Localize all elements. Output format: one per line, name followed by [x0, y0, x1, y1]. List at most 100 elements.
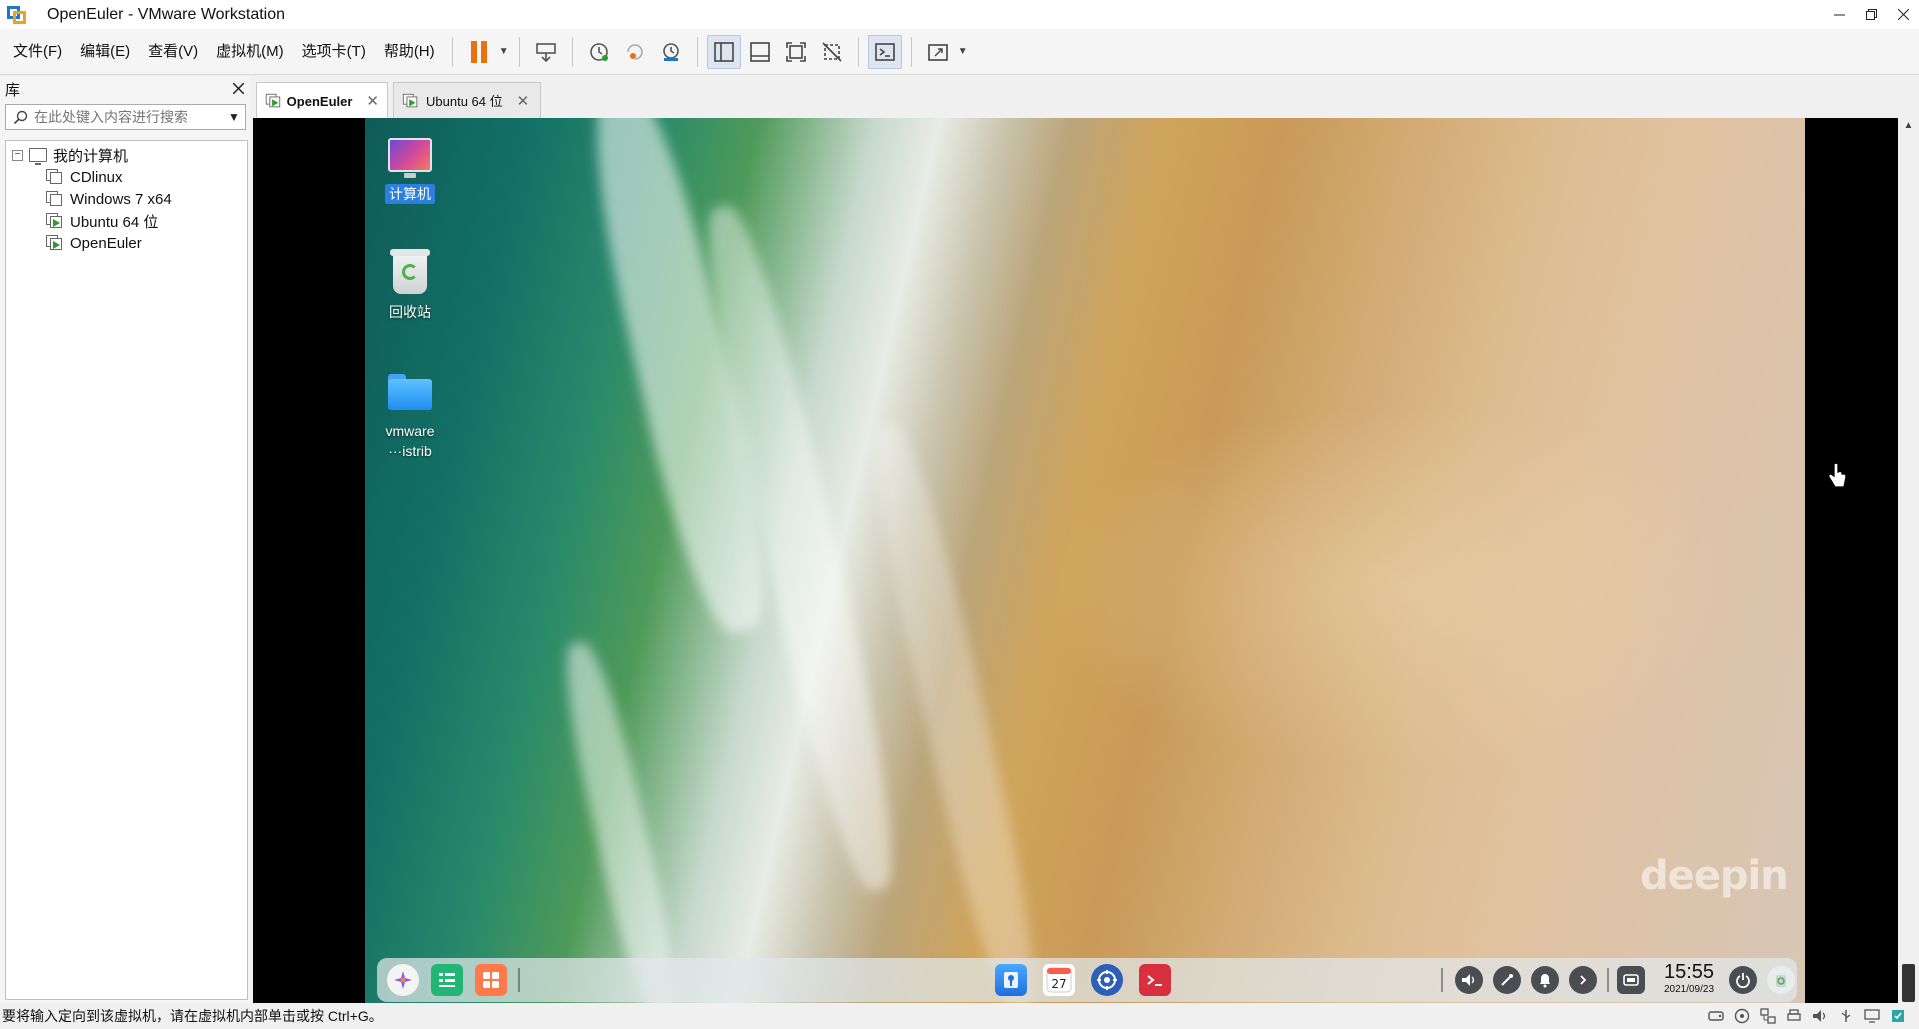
show-library-button[interactable] [706, 34, 741, 69]
network-adapter-icon[interactable] [1759, 1007, 1777, 1025]
toolbar-separator [696, 36, 698, 67]
volume-icon[interactable] [1455, 966, 1483, 994]
library-search-input[interactable] [34, 109, 223, 125]
suspend-button[interactable] [462, 35, 496, 69]
calendar-day: 27 [1051, 977, 1066, 991]
computer-icon [29, 148, 47, 165]
settings-icon[interactable] [1091, 964, 1123, 996]
stretch-guest-button[interactable] [921, 35, 955, 69]
menu-view[interactable]: 查看(V) [139, 37, 207, 67]
clock-date: 2021/09/23 [1663, 984, 1715, 995]
trash-icon [390, 249, 430, 294]
dock-separator [518, 968, 520, 992]
browser-icon[interactable] [995, 964, 1027, 996]
tree-item-openeuler[interactable]: OpenEuler [46, 232, 142, 254]
tab-label: OpenEuler [286, 93, 353, 109]
console-view-button[interactable] [867, 34, 902, 69]
cd-drive-icon[interactable] [1733, 1007, 1751, 1025]
tab-label: Ubuntu 64 位 [426, 94, 503, 109]
expand-icon[interactable] [1569, 966, 1597, 994]
usb-device-icon[interactable] [1837, 1007, 1855, 1025]
sound-card-icon[interactable] [1811, 1007, 1829, 1025]
desktop-icon-vmware-folder[interactable]: vmware ···istrib [365, 369, 455, 461]
launcher-icon[interactable] [387, 964, 419, 996]
scroll-thumb[interactable] [1902, 964, 1915, 1002]
hard-disk-icon[interactable] [1707, 1007, 1725, 1025]
file-manager-icon[interactable] [431, 964, 463, 996]
pen-icon[interactable] [1493, 966, 1521, 994]
collapse-toggle[interactable]: − [12, 149, 23, 161]
dock-trash-icon[interactable] [1767, 966, 1795, 994]
window-controls [1823, 0, 1919, 29]
library-header: 库 [0, 76, 250, 102]
desktop-icon-trash[interactable]: 回收站 [365, 249, 455, 322]
close-window-button[interactable] [1887, 0, 1919, 29]
deepin-dock: 27 15:55 2021/09/23 [377, 958, 1797, 1002]
full-screen-icon [785, 41, 806, 62]
full-screen-button[interactable] [779, 35, 813, 69]
stretch-dropdown[interactable]: ▼ [956, 35, 970, 69]
terminal-icon[interactable] [1139, 964, 1171, 996]
library-view-icon [713, 41, 734, 62]
menu-file[interactable]: 文件(F) [4, 37, 71, 67]
desktop-icon-computer[interactable]: 计算机 [365, 132, 455, 204]
wave-foam [552, 637, 688, 1003]
deepin-watermark: deepin [1640, 853, 1789, 899]
search-dropdown-button[interactable]: ▼ [223, 110, 245, 124]
revert-snapshot-button[interactable] [618, 35, 652, 69]
notification-icon[interactable] [1531, 966, 1559, 994]
snapshot-button[interactable] [582, 35, 616, 69]
dock-separator [1607, 968, 1609, 992]
send-ctrl-alt-del-button[interactable] [529, 35, 563, 69]
power-icon[interactable] [1729, 966, 1757, 994]
window-title: OpenEuler - VMware Workstation [47, 5, 286, 23]
printer-icon[interactable] [1785, 1007, 1803, 1025]
running-vm-icon [265, 93, 281, 108]
tab-ubuntu[interactable]: Ubuntu 64 位 ✕ [393, 82, 541, 118]
restore-button[interactable] [1855, 0, 1887, 29]
tree-item-my-computer[interactable]: − 我的计算机 [12, 144, 128, 166]
menu-tabs[interactable]: 选项卡(T) [293, 37, 375, 67]
tree-item-ubuntu[interactable]: Ubuntu 64 位 [46, 210, 158, 232]
snapshot-manager-button[interactable] [654, 35, 688, 69]
toolbar-separator [451, 36, 453, 67]
minimize-button[interactable] [1823, 0, 1855, 29]
close-library-button[interactable] [232, 81, 245, 98]
library-title: 库 [5, 81, 21, 99]
folder-icon [388, 374, 432, 410]
tree-item-cdlinux[interactable]: CDlinux [46, 166, 123, 188]
scroll-up-arrow[interactable]: ▲ [1898, 120, 1919, 136]
menu-help[interactable]: 帮助(H) [375, 37, 444, 67]
tab-openeuler[interactable]: OpenEuler ✕ [256, 82, 388, 119]
close-icon [1897, 9, 1909, 20]
menu-edit[interactable]: 编辑(E) [71, 37, 139, 67]
thumbnail-bar-button[interactable] [743, 35, 777, 69]
clock-time: 15:55 [1663, 961, 1715, 983]
tree-item-label: CDlinux [70, 168, 123, 186]
desktop-icon-label: 计算机 [385, 184, 435, 204]
guest-desktop[interactable]: 计算机 回收站 vmware ···istrib deepin 27 15:55… [365, 118, 1805, 1003]
vm-console[interactable]: 计算机 回收站 vmware ···istrib deepin 27 15:55… [253, 118, 1898, 1003]
keyboard-send-icon [535, 42, 556, 62]
calendar-icon[interactable]: 27 [1043, 964, 1075, 996]
device-status-icons [1707, 1007, 1907, 1025]
vm-icon [46, 191, 64, 207]
display-icon[interactable] [1863, 1007, 1881, 1025]
close-icon [232, 81, 245, 95]
terminal-console-icon [874, 42, 895, 61]
close-tab-button[interactable]: ✕ [366, 92, 379, 110]
close-tab-button[interactable]: ✕ [517, 92, 530, 110]
message-log-icon[interactable] [1889, 1007, 1907, 1025]
app-store-icon[interactable] [475, 964, 507, 996]
power-dropdown[interactable]: ▼ [497, 35, 511, 69]
vertical-scrollbar[interactable]: ▲ [1898, 118, 1919, 1003]
unity-button[interactable] [815, 35, 849, 69]
tree-item-windows7[interactable]: Windows 7 x64 [46, 188, 172, 210]
desktop-icon-label-line2: ···istrib [388, 443, 432, 459]
toolbar-separator [857, 36, 859, 67]
pause-icon [470, 40, 487, 63]
menu-vm[interactable]: 虚拟机(M) [207, 37, 293, 67]
unity-icon [822, 41, 842, 62]
dock-clock[interactable]: 15:55 2021/09/23 [1657, 960, 1721, 996]
multitask-icon[interactable] [1617, 966, 1645, 994]
